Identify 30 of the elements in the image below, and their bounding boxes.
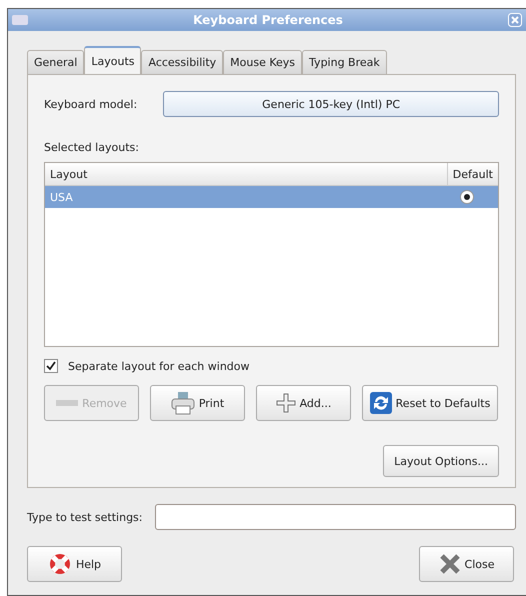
keyboard-model-button[interactable]: Generic 105-key (Intl) PC — [163, 91, 499, 117]
checkbox[interactable] — [44, 359, 58, 374]
printer-icon — [170, 391, 195, 416]
close-button[interactable]: Close — [419, 546, 514, 582]
tab[interactable]: Accessibility — [141, 50, 224, 74]
tab[interactable]: General — [27, 50, 84, 74]
print-button[interactable]: Print — [150, 385, 245, 422]
lifebuoy-icon — [48, 552, 72, 576]
tab[interactable]: Mouse Keys — [223, 50, 302, 74]
table-cell-text: USA — [49, 190, 74, 204]
default-radio[interactable] — [460, 190, 474, 204]
minus-icon — [56, 400, 78, 406]
tab[interactable]: Typing Break — [302, 50, 387, 74]
help-button[interactable]: Help — [27, 546, 122, 582]
column-header[interactable]: Layout — [45, 163, 447, 185]
window-title: Keyboard Preferences — [192, 13, 344, 27]
section-label: Selected layouts: — [44, 141, 140, 154]
column-header[interactable]: Default — [446, 163, 498, 185]
refresh-icon — [370, 392, 392, 414]
add-button[interactable]: Add... — [256, 385, 351, 422]
field-label: Keyboard model: — [44, 98, 138, 110]
test-input-field[interactable] — [154, 504, 516, 530]
keyboard-icon — [12, 15, 28, 25]
tab[interactable]: Layouts — [84, 46, 142, 75]
reset-button[interactable]: Reset to Defaults — [362, 385, 498, 422]
field-label: Type to test settings: — [27, 510, 142, 524]
layout-options-button[interactable]: Layout Options... — [383, 445, 499, 477]
close-icon — [438, 553, 461, 575]
plus-icon — [276, 393, 296, 414]
checkbox-label: Separate layout for each window — [68, 360, 250, 373]
